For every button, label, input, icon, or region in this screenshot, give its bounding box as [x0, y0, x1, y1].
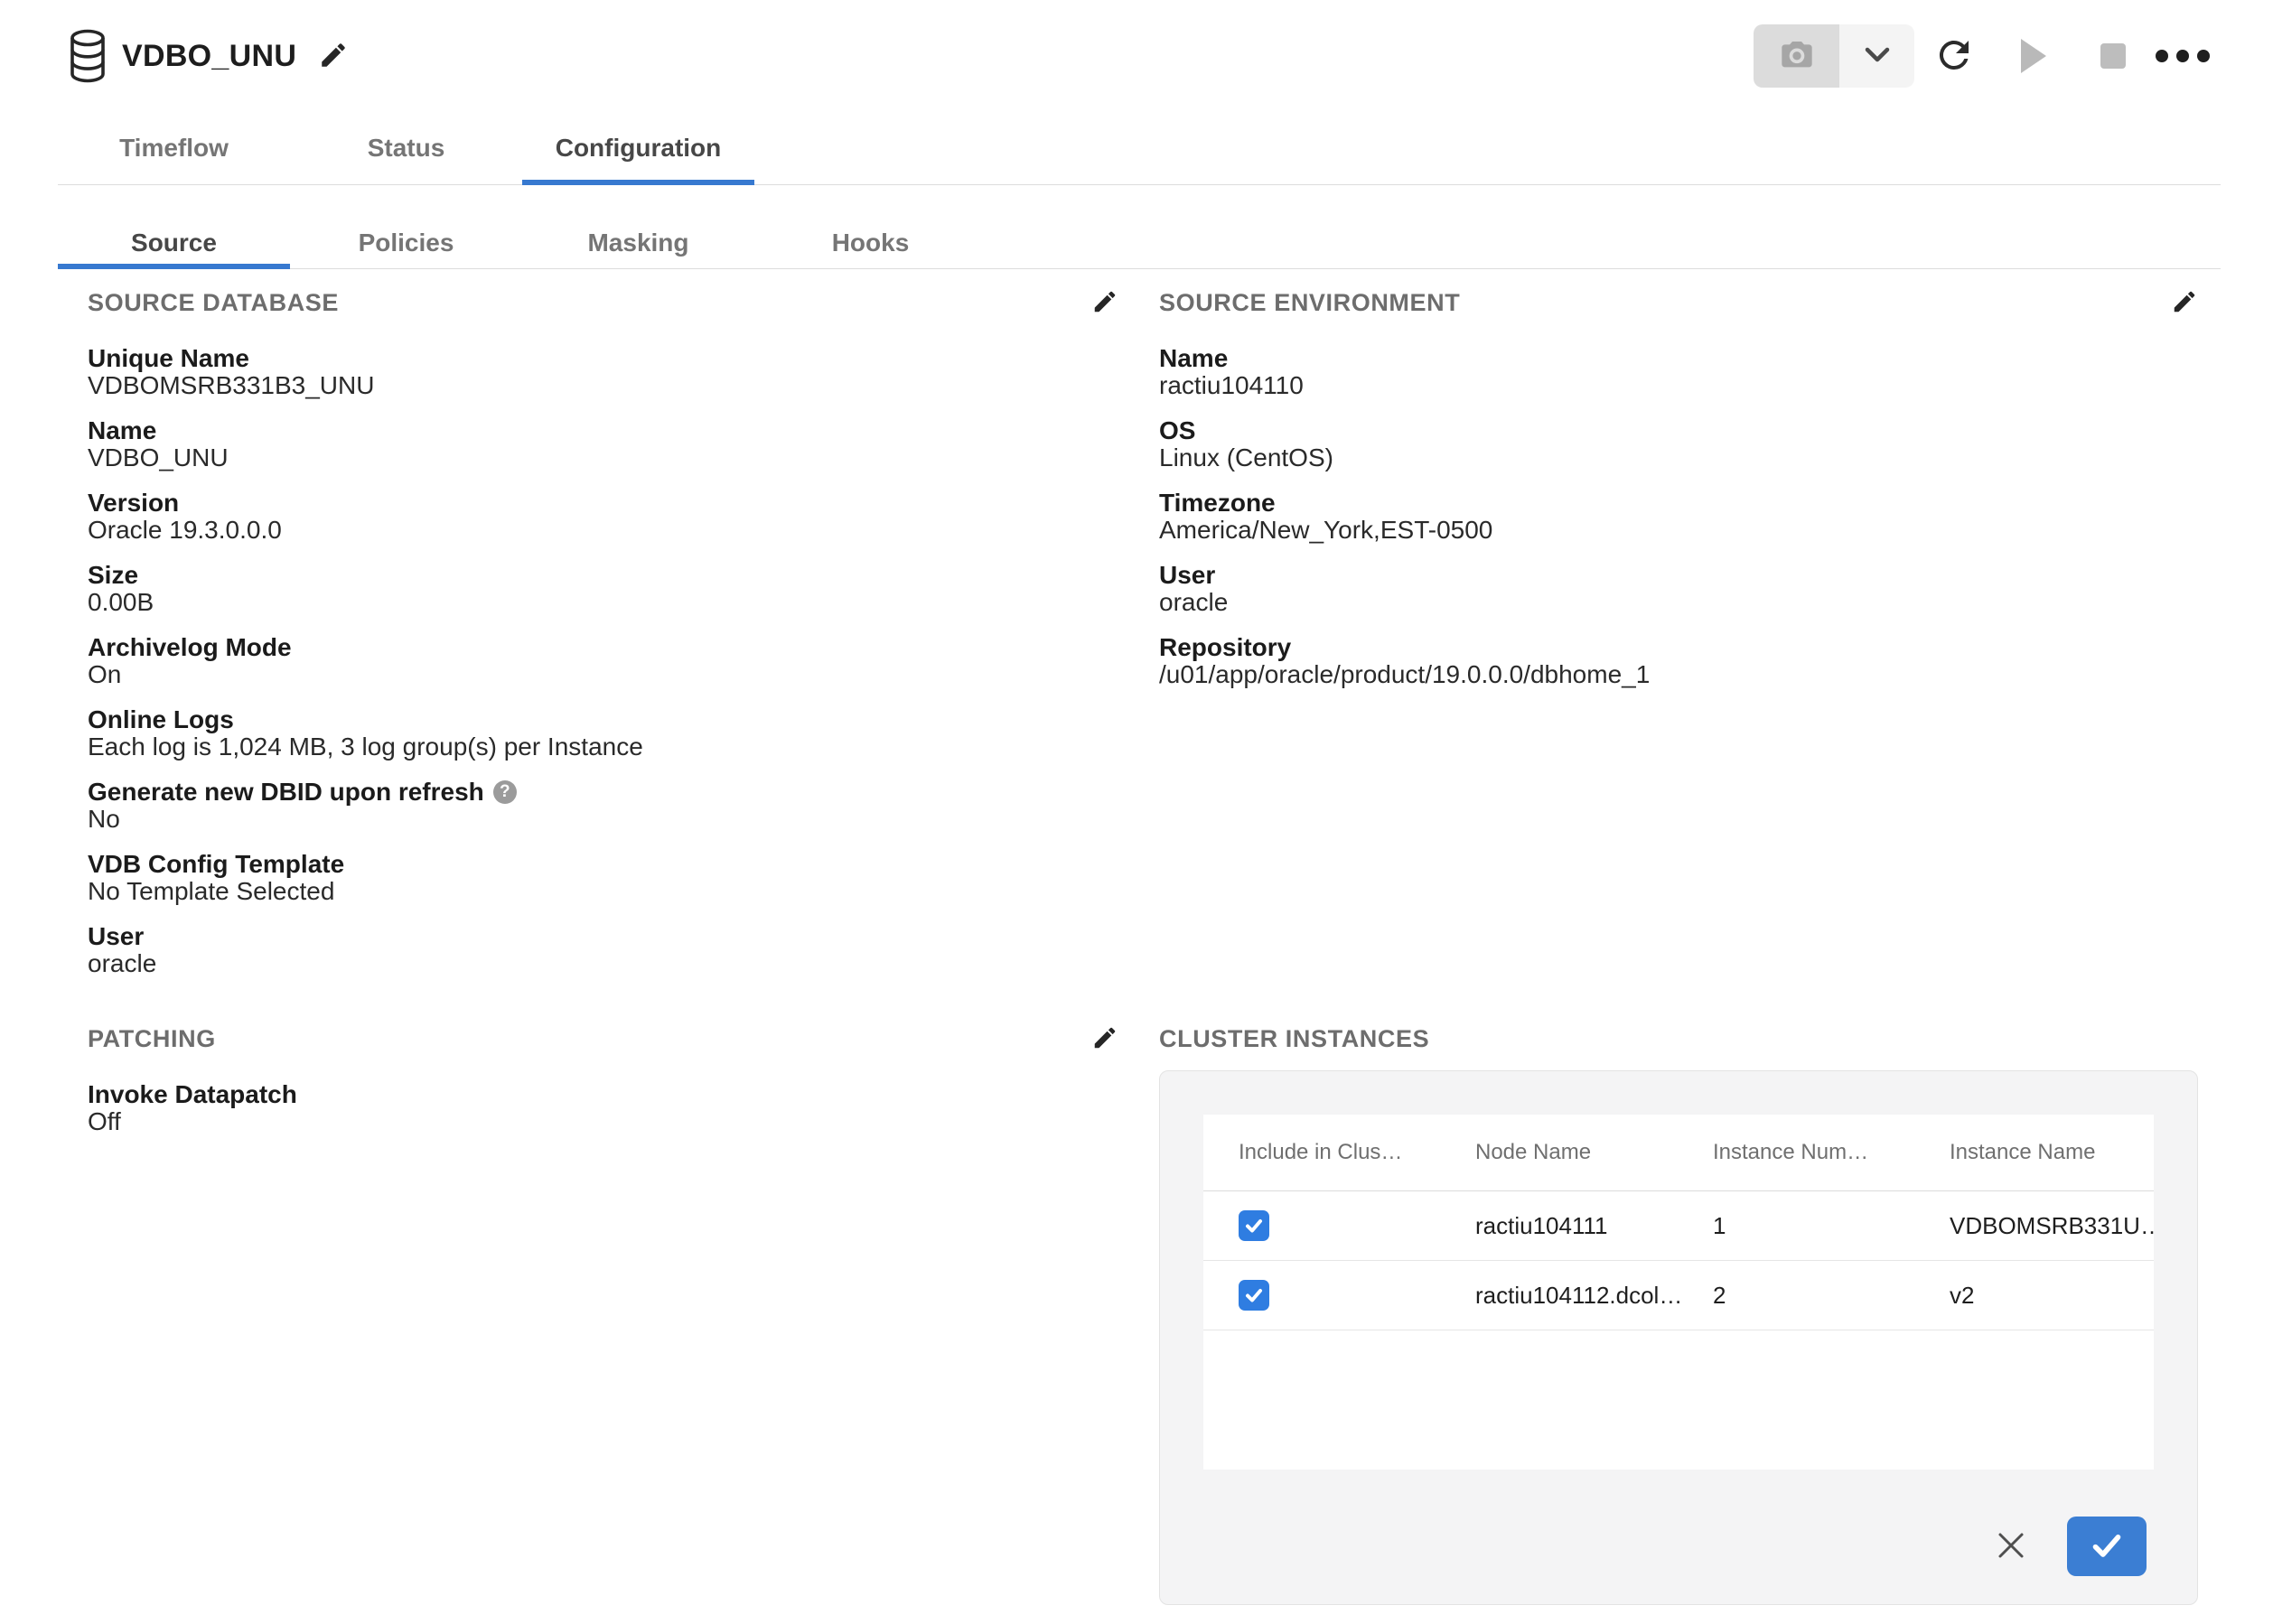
ellipsis-icon — [2156, 50, 2168, 62]
camera-icon — [1776, 37, 1818, 76]
pencil-icon — [318, 40, 349, 73]
field-archivelog-mode: Archivelog Mode On — [88, 634, 1118, 688]
cancel-button[interactable] — [1991, 1526, 2031, 1566]
primary-tabs: Timeflow Status Configuration — [58, 112, 2221, 185]
cluster-instances-heading: CLUSTER INSTANCES — [1159, 1025, 1429, 1053]
table-row: ractiu104111 1 VDBOMSRB331U… — [1203, 1191, 2154, 1261]
field-os: OS Linux (CentOS) — [1159, 417, 2198, 471]
field-size: Size 0.00B — [88, 562, 1118, 616]
cluster-instances-table: Include in Clus… Node Name Instance Num…… — [1203, 1115, 2154, 1470]
patching-heading: PATCHING — [88, 1025, 216, 1053]
field-online-logs: Online Logs Each log is 1,024 MB, 3 log … — [88, 706, 1118, 761]
subtab-hooks[interactable]: Hooks — [754, 185, 987, 268]
edit-patching-button[interactable] — [1091, 1024, 1118, 1054]
column-include-in-cluster: Include in Clus… — [1203, 1140, 1475, 1165]
configuration-source-content: SOURCE DATABASE Unique Name VDBOMSRB331B… — [0, 269, 2273, 1605]
more-actions-button[interactable] — [2153, 24, 2212, 88]
field-name: Name VDBO_UNU — [88, 417, 1118, 471]
snapshot-split-button — [1754, 24, 1914, 88]
page-header: VDBO_UNU — [0, 0, 2273, 112]
column-node-name: Node Name — [1475, 1140, 1713, 1165]
snapshot-camera-button[interactable] — [1754, 24, 1839, 88]
cell-instance-name: v2 — [1950, 1282, 2154, 1310]
pencil-icon — [1091, 288, 1118, 318]
pencil-icon — [1091, 1024, 1118, 1054]
refresh-icon — [1932, 33, 1976, 79]
source-database-section: SOURCE DATABASE Unique Name VDBOMSRB331B… — [88, 287, 1118, 1023]
title-group: VDBO_UNU — [68, 29, 349, 83]
table-row: ractiu104112.dcol… 2 v2 — [1203, 1261, 2154, 1330]
column-instance-name: Instance Name — [1950, 1140, 2154, 1165]
checkmark-icon — [2089, 1527, 2125, 1566]
toolbar — [1754, 0, 2212, 112]
pencil-icon — [2171, 288, 2198, 318]
field-timezone: Timezone America/New_York,EST-0500 — [1159, 490, 2198, 544]
include-checkbox[interactable] — [1239, 1210, 1269, 1241]
field-version: Version Oracle 19.3.0.0.0 — [88, 490, 1118, 544]
field-invoke-datapatch: Invoke Datapatch Off — [88, 1081, 1118, 1135]
field-repository: Repository /u01/app/oracle/product/19.0.… — [1159, 634, 2198, 688]
snapshot-dropdown-button[interactable] — [1839, 24, 1914, 88]
chevron-down-icon — [1862, 45, 1893, 68]
active-subtab-underline — [58, 264, 290, 269]
cell-node-name: ractiu104112.dcol… — [1475, 1282, 1713, 1310]
source-environment-heading: SOURCE ENVIRONMENT — [1159, 289, 1460, 317]
edit-source-database-button[interactable] — [1091, 288, 1118, 318]
tab-status[interactable]: Status — [290, 112, 522, 184]
include-checkbox[interactable] — [1239, 1280, 1269, 1311]
confirm-button[interactable] — [2067, 1517, 2147, 1576]
source-environment-section: SOURCE ENVIRONMENT Name ractiu104110 OS … — [1159, 287, 2198, 1023]
start-button[interactable] — [1994, 24, 2073, 88]
table-header-row: Include in Clus… Node Name Instance Num…… — [1203, 1115, 2154, 1191]
subtab-source[interactable]: Source — [58, 185, 290, 268]
secondary-tabs: Source Policies Masking Hooks — [58, 185, 2221, 269]
subtab-policies[interactable]: Policies — [290, 185, 522, 268]
tab-configuration[interactable]: Configuration — [522, 112, 754, 184]
field-db-user: User oracle — [88, 923, 1118, 977]
tab-timeflow[interactable]: Timeflow — [58, 112, 290, 184]
refresh-button[interactable] — [1914, 24, 1994, 88]
cell-node-name: ractiu104111 — [1475, 1212, 1713, 1240]
cell-instance-number: 2 — [1713, 1282, 1950, 1310]
database-icon — [68, 29, 108, 83]
field-unique-name: Unique Name VDBOMSRB331B3_UNU — [88, 345, 1118, 399]
cluster-instances-section: CLUSTER INSTANCES Include in Clus… Node … — [1159, 1023, 2198, 1605]
column-instance-number: Instance Num… — [1713, 1140, 1950, 1165]
field-env-name: Name ractiu104110 — [1159, 345, 2198, 399]
stop-icon — [2100, 43, 2126, 69]
source-database-heading: SOURCE DATABASE — [88, 289, 339, 317]
field-generate-new-dbid: Generate new DBID upon refresh ? No — [88, 779, 1118, 833]
rename-edit-button[interactable] — [318, 40, 349, 73]
subtab-masking[interactable]: Masking — [522, 185, 754, 268]
play-icon — [2021, 39, 2046, 73]
cluster-edit-actions — [1203, 1470, 2154, 1605]
patching-section: PATCHING Invoke Datapatch Off — [88, 1023, 1118, 1605]
help-icon[interactable]: ? — [493, 780, 517, 804]
close-icon — [1995, 1529, 2027, 1564]
page-title: VDBO_UNU — [122, 39, 296, 74]
stop-button[interactable] — [2073, 24, 2153, 88]
cell-instance-number: 1 — [1713, 1212, 1950, 1240]
cell-instance-name: VDBOMSRB331U… — [1950, 1212, 2154, 1240]
field-env-user: User oracle — [1159, 562, 2198, 616]
edit-source-environment-button[interactable] — [2171, 288, 2198, 318]
cluster-instances-panel: Include in Clus… Node Name Instance Num…… — [1159, 1070, 2198, 1605]
field-vdb-config-template: VDB Config Template No Template Selected — [88, 851, 1118, 905]
